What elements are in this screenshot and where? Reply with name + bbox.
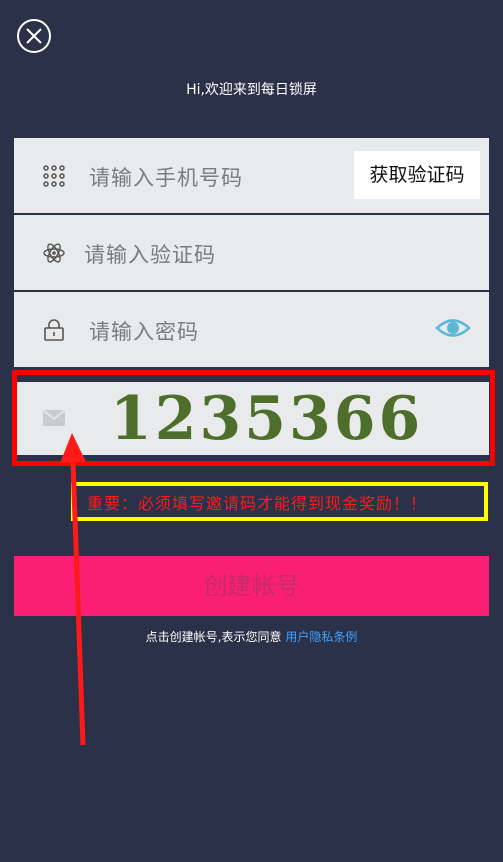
code-placeholder: 请输入验证码 bbox=[84, 243, 216, 267]
invite-notice-text: 重要：必须填写邀请码才能得到现金奖励！！ bbox=[87, 494, 428, 513]
password-field[interactable]: 请输入密码 bbox=[14, 292, 489, 367]
phone-placeholder: 请输入手机号码 bbox=[89, 166, 243, 190]
eye-icon[interactable] bbox=[435, 315, 471, 341]
verification-code-field[interactable]: 请输入验证码 bbox=[14, 215, 489, 290]
privacy-policy-link[interactable]: 用户隐私条例 bbox=[285, 630, 357, 644]
lock-icon bbox=[44, 319, 64, 341]
agreement-prefix: 点击创建帐号,表示您同意 bbox=[145, 630, 286, 644]
close-icon bbox=[26, 28, 42, 44]
password-placeholder: 请输入密码 bbox=[89, 320, 199, 344]
highlight-box-red bbox=[12, 370, 495, 466]
atom-icon bbox=[43, 243, 65, 263]
get-code-button[interactable]: 获取验证码 bbox=[354, 151, 480, 199]
close-button[interactable] bbox=[17, 19, 51, 53]
agreement-text: 点击创建帐号,表示您同意 用户隐私条例 bbox=[0, 628, 503, 645]
greeting-text: Hi,欢迎来到每日锁屏 bbox=[186, 82, 317, 98]
create-account-button[interactable]: 创建帐号 bbox=[14, 556, 489, 616]
highlight-box-yellow: 重要：必须填写邀请码才能得到现金奖励！！ bbox=[71, 482, 488, 521]
phone-field[interactable]: 请输入手机号码 获取验证码 bbox=[14, 138, 489, 213]
dialpad-icon bbox=[43, 165, 65, 187]
